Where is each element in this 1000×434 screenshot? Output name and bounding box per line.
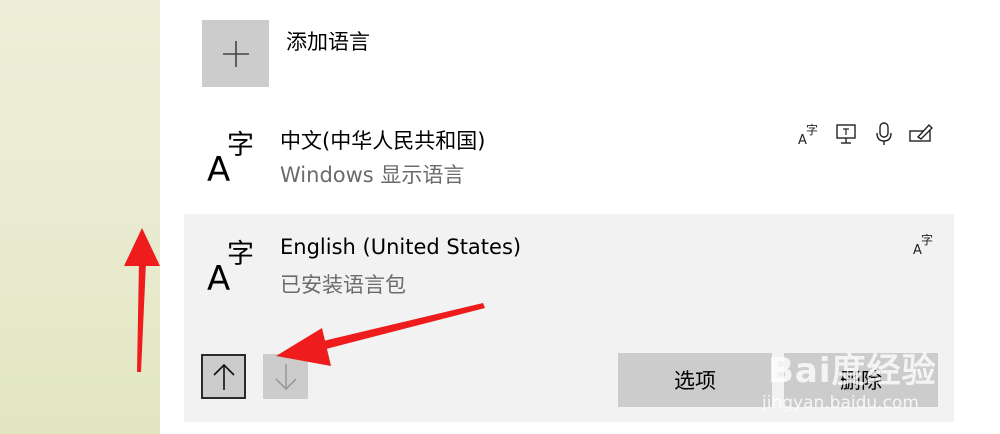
svg-text:字: 字 bbox=[921, 232, 933, 247]
language-name: English (United States) bbox=[280, 235, 522, 259]
display-language-icon: A 字 bbox=[797, 121, 823, 148]
handwriting-icon bbox=[908, 121, 934, 147]
move-up-button[interactable] bbox=[201, 354, 246, 399]
language-character-icon: A 字 bbox=[207, 239, 254, 297]
baidu-jingyan-watermark: Bai度经验 bbox=[768, 351, 937, 391]
plus-icon bbox=[222, 40, 249, 67]
options-button[interactable]: 选项 bbox=[618, 353, 772, 407]
language-character-icon: A 字 bbox=[207, 130, 254, 188]
watermark-url: jingyan.baidu.com bbox=[762, 393, 919, 413]
desktop-background bbox=[0, 0, 160, 434]
add-language-label[interactable]: 添加语言 bbox=[286, 26, 370, 56]
arrow-up-icon bbox=[212, 363, 235, 390]
language-feature-icons: A 字 bbox=[797, 121, 934, 148]
language-feature-icons: A 字 bbox=[912, 231, 938, 258]
language-name: 中文(中华人民共和国) bbox=[280, 129, 486, 153]
move-down-button[interactable] bbox=[263, 354, 308, 399]
display-language-icon: A 字 bbox=[912, 231, 938, 258]
svg-text:字: 字 bbox=[227, 239, 254, 270]
speech-recognition-icon bbox=[871, 121, 897, 147]
language-subtitle: Windows 显示语言 bbox=[280, 163, 465, 187]
svg-text:字: 字 bbox=[806, 122, 818, 137]
language-subtitle: 已安装语言包 bbox=[280, 273, 406, 297]
svg-text:字: 字 bbox=[227, 130, 254, 161]
arrow-down-icon bbox=[274, 363, 297, 390]
text-to-speech-icon bbox=[834, 121, 860, 147]
add-language-button[interactable] bbox=[202, 20, 269, 87]
